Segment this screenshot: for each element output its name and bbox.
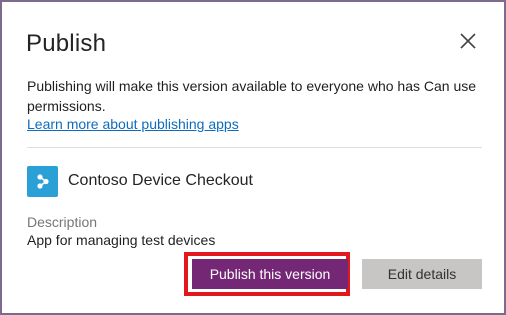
edit-details-button[interactable]: Edit details xyxy=(362,259,482,289)
description-value: App for managing test devices xyxy=(27,232,216,248)
app-name: Contoso Device Checkout xyxy=(68,172,253,189)
app-tile-icon xyxy=(27,166,58,197)
publish-this-version-button[interactable]: Publish this version xyxy=(192,259,348,289)
publish-description: Publishing will make this version availa… xyxy=(27,78,477,114)
dialog-title: Publish xyxy=(26,30,107,57)
divider xyxy=(27,147,482,148)
learn-more-link[interactable]: Learn more about publishing apps xyxy=(27,114,239,134)
description-label: Description xyxy=(27,214,98,230)
close-icon[interactable] xyxy=(457,30,479,52)
publish-dialog: Publish Publishing will make this versio… xyxy=(0,0,506,315)
